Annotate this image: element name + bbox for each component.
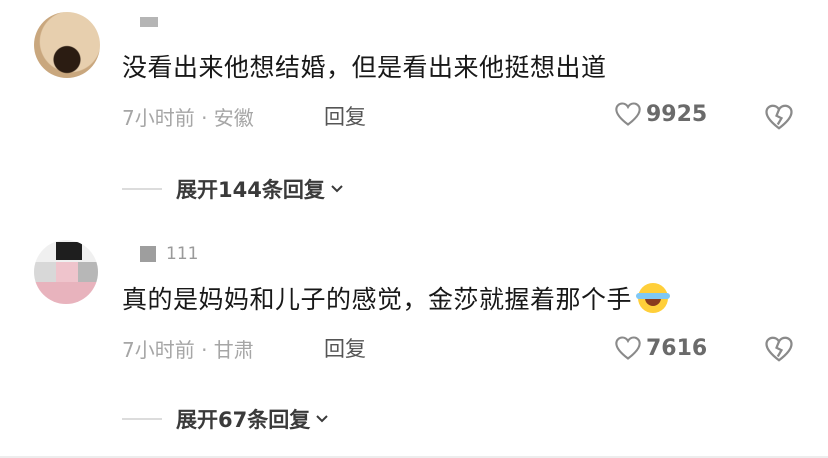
like-count: 7616 [646, 335, 708, 361]
redacted-block [140, 246, 156, 262]
expand-replies-button[interactable]: 展开67条回复 [122, 404, 330, 434]
broken-heart-icon[interactable] [764, 103, 794, 131]
comment-meta: 7小时前 · 安徽 [122, 106, 254, 130]
chevron-down-icon [331, 185, 343, 193]
expand-replies-label: 展开144条回复 [176, 178, 325, 202]
reply-button[interactable]: 回复 [324, 333, 366, 363]
chevron-down-icon [316, 415, 328, 423]
comment-meta: 7小时前 · 甘肃 [122, 338, 254, 362]
like-count: 9925 [646, 101, 708, 127]
comment-item: 没看出来他想结婚，但是看出来他挺想出道 7小时前 · 安徽 回复 9925 展开… [0, 0, 828, 222]
laughing-tears-emoji [636, 283, 671, 313]
avatar[interactable] [34, 12, 100, 78]
comment-text: 没看出来他想结婚，但是看出来他挺想出道 [122, 53, 607, 82]
username-redacted[interactable]: 111 [140, 244, 199, 264]
heart-icon [615, 336, 641, 360]
expand-replies-label: 展开67条回复 [176, 408, 311, 432]
avatar[interactable] [34, 240, 98, 304]
username-redacted[interactable] [140, 14, 168, 30]
comment-text-content: 真的是妈妈和儿子的感觉，金莎就握着那个手 [122, 285, 633, 314]
divider-line [122, 418, 162, 420]
comment-item: 111 真的是妈妈和儿子的感觉，金莎就握着那个手 7小时前 · 甘肃 回复 76… [0, 222, 828, 458]
like-button[interactable]: 9925 [614, 101, 707, 127]
like-button[interactable]: 7616 [614, 335, 707, 361]
expand-replies-button[interactable]: 展开144条回复 [122, 174, 345, 204]
comment-text: 真的是妈妈和儿子的感觉，金莎就握着那个手 [122, 280, 671, 316]
divider-line [122, 188, 162, 190]
reply-button[interactable]: 回复 [324, 101, 366, 131]
redacted-block [140, 17, 158, 27]
username-tag: 111 [166, 244, 199, 264]
heart-icon [615, 102, 641, 126]
broken-heart-icon[interactable] [764, 335, 794, 363]
